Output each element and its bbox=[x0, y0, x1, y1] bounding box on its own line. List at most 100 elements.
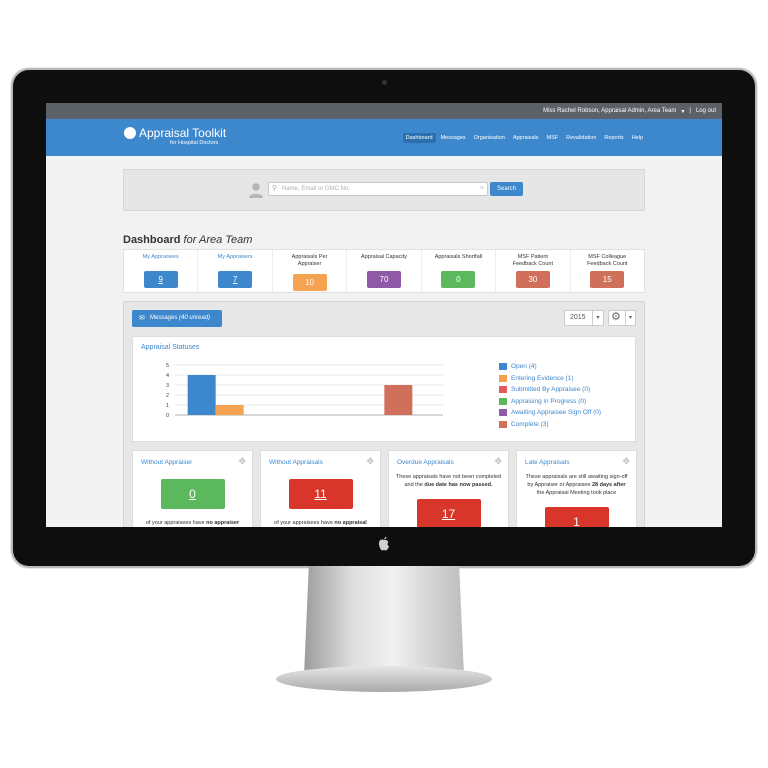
stat-label: Appraisals Shortfall bbox=[434, 254, 483, 260]
move-icon[interactable]: ✥ bbox=[366, 456, 374, 467]
card-late-appraisals: Late Appraisals ✥ These appraisals are s… bbox=[516, 450, 637, 527]
logo-title: Appraisal Toolkit bbox=[139, 126, 227, 140]
stat-my-appraisers: My Appraisers 7 bbox=[198, 250, 273, 292]
stat-label: MSF Colleague Feedback Count bbox=[587, 254, 628, 267]
card-value[interactable]: 11 bbox=[288, 479, 353, 509]
bar-entering-evidence-1[interactable] bbox=[215, 405, 244, 415]
year-value: 2015 bbox=[570, 314, 586, 321]
stat-appraisals-per-appraiser: Appraisals Per Appraiser 10 bbox=[273, 250, 348, 292]
nav-appraisals[interactable]: Appraisals bbox=[510, 133, 542, 143]
chevron-down-icon[interactable]: ▾ bbox=[681, 108, 684, 115]
search-icon: ⚲ bbox=[272, 185, 278, 192]
move-icon[interactable]: ✥ bbox=[238, 456, 246, 467]
user-icon bbox=[249, 183, 263, 198]
card-value[interactable]: 17 bbox=[416, 499, 481, 527]
logo-subtitle: for Hospital Doctors bbox=[170, 140, 219, 146]
search-button[interactable]: Search bbox=[490, 182, 523, 196]
chart-title[interactable]: Appraisal Statuses bbox=[141, 344, 199, 351]
bar-complete-3[interactable] bbox=[384, 385, 413, 415]
envelope-icon: ✉ bbox=[139, 315, 145, 322]
nav-organisation[interactable]: Organisation bbox=[471, 133, 508, 143]
appraisal-statuses-chart: 0 1 2 3 4 5 bbox=[166, 363, 443, 419]
y-tick-label: 1 bbox=[166, 403, 169, 409]
app-header: Appraisal Toolkit for Hospital Doctors D… bbox=[46, 119, 722, 156]
app-screen: Miss Rachel Robson, Appraisal Admin, Are… bbox=[46, 103, 722, 527]
logout-link[interactable]: Log out bbox=[696, 108, 716, 114]
card-value[interactable]: 1 bbox=[544, 507, 609, 527]
nav-dashboard[interactable]: Dashboard bbox=[402, 133, 436, 143]
year-select[interactable]: 2015 ▾ bbox=[564, 310, 604, 326]
y-tick-label: 3 bbox=[166, 383, 169, 389]
stat-label: Appraisals Per Appraiser bbox=[291, 254, 328, 267]
nav-messages[interactable]: Messages bbox=[438, 133, 469, 143]
chart-legend: Open (4) Entering Evidence (1) Submitted B… bbox=[499, 361, 601, 430]
page-title: Dashboard for Area Team bbox=[123, 234, 252, 246]
card-title[interactable]: Without Appraiser bbox=[141, 459, 192, 466]
bar-open-4[interactable] bbox=[187, 375, 216, 415]
main-nav: Dashboard Messages Organisation Appraisa… bbox=[402, 133, 646, 143]
search-placeholder: Name, Email or GMC No. bbox=[282, 186, 351, 192]
stat-value: 30 bbox=[515, 271, 550, 288]
stat-appraisals-shortfall: Appraisals Shortfall 0 bbox=[422, 250, 497, 292]
card-title[interactable]: Overdue Appraisals bbox=[397, 459, 454, 466]
legend-item[interactable]: Entering Evidence (1) bbox=[499, 373, 601, 385]
monitor-stand-neck bbox=[304, 566, 464, 676]
stat-msf-patient-feedback: MSF Patient Feedback Count 30 bbox=[496, 250, 571, 292]
stat-value[interactable]: 7 bbox=[218, 271, 253, 288]
stat-value: 0 bbox=[441, 271, 476, 288]
legend-label: Open (4) bbox=[511, 363, 537, 371]
page-title-context: for Area Team bbox=[183, 234, 253, 246]
settings-dropdown[interactable]: ⚙ ▾ bbox=[608, 310, 636, 326]
topbar-separator: | bbox=[689, 108, 691, 114]
legend-swatch bbox=[499, 409, 507, 417]
current-user[interactable]: Miss Rachel Robson, Appraisal Admin, Are… bbox=[543, 108, 676, 114]
card-without-appraiser: Without Appraiser ✥ 0 of your appraisees… bbox=[132, 450, 253, 527]
stat-msf-colleague-feedback: MSF Colleague Feedback Count 15 bbox=[571, 250, 644, 292]
card-title[interactable]: Late Appraisals bbox=[525, 459, 569, 466]
legend-swatch bbox=[499, 397, 507, 405]
stat-value[interactable]: 9 bbox=[143, 271, 178, 288]
nav-revalidation[interactable]: Revalidation bbox=[563, 133, 599, 143]
card-value[interactable]: 0 bbox=[160, 479, 225, 509]
stat-label[interactable]: My Appraisers bbox=[198, 254, 271, 261]
stat-my-appraisees: My Appraisees 9 bbox=[124, 250, 199, 292]
page-title-main: Dashboard bbox=[123, 234, 181, 246]
search-input[interactable]: ⚲ Name, Email or GMC No. × bbox=[268, 182, 488, 196]
legend-item[interactable]: Awaiting Appraisee Sign Off (0) bbox=[499, 407, 601, 419]
y-tick-label: 2 bbox=[166, 393, 169, 399]
card-without-appraisals: Without Appraisals ✥ 11 of your appraise… bbox=[260, 450, 381, 527]
legend-swatch bbox=[499, 420, 507, 428]
card-title[interactable]: Without Appraisals bbox=[269, 459, 323, 466]
move-icon[interactable]: ✥ bbox=[494, 456, 502, 467]
appraisal-statuses-chart-panel: Appraisal Statuses 0 1 2 3 4 5 Open (4) Enteri… bbox=[132, 336, 636, 442]
card-overdue-appraisals: Overdue Appraisals ✥ These appraisals ha… bbox=[388, 450, 509, 527]
legend-label: Awaiting Appraisee Sign Off (0) bbox=[511, 409, 602, 417]
move-icon[interactable]: ✥ bbox=[622, 456, 630, 467]
legend-item[interactable]: Open (4) bbox=[499, 361, 601, 373]
apple-logo-icon bbox=[379, 536, 389, 551]
card-footer: of your appraisees have no appraisal bbox=[274, 520, 367, 526]
nav-reports[interactable]: Reports bbox=[601, 133, 626, 143]
stat-value: 10 bbox=[292, 274, 327, 291]
stat-label[interactable]: My Appraisees bbox=[124, 254, 197, 261]
messages-button[interactable]: ✉ Messages (40 unread) bbox=[132, 310, 222, 327]
y-tick-label: 4 bbox=[166, 373, 169, 379]
stat-label: MSF Patient Feedback Count bbox=[512, 254, 553, 267]
legend-label: Complete (3) bbox=[511, 420, 549, 428]
legend-swatch bbox=[499, 363, 507, 371]
monitor-stand-foot bbox=[276, 666, 492, 692]
legend-item[interactable]: Appraising in Progress (0) bbox=[499, 396, 601, 408]
y-tick-label: 5 bbox=[166, 363, 169, 369]
nav-msf[interactable]: MSF bbox=[544, 133, 562, 143]
chevron-down-icon: ▾ bbox=[625, 311, 635, 325]
legend-item[interactable]: Complete (3) bbox=[499, 419, 601, 431]
summary-cards: Without Appraiser ✥ 0 of your appraisees… bbox=[132, 450, 637, 527]
y-tick-label: 0 bbox=[166, 413, 169, 419]
camera-dot bbox=[382, 80, 387, 85]
search-panel: ⚲ Name, Email or GMC No. × Search bbox=[123, 169, 645, 211]
legend-item[interactable]: Submitted By Appraisee (0) bbox=[499, 384, 601, 396]
stat-label: Appraisal Capacity bbox=[361, 254, 407, 260]
clear-icon[interactable]: × bbox=[480, 183, 484, 195]
nav-help[interactable]: Help bbox=[629, 133, 646, 143]
legend-label: Appraising in Progress (0) bbox=[511, 397, 587, 405]
